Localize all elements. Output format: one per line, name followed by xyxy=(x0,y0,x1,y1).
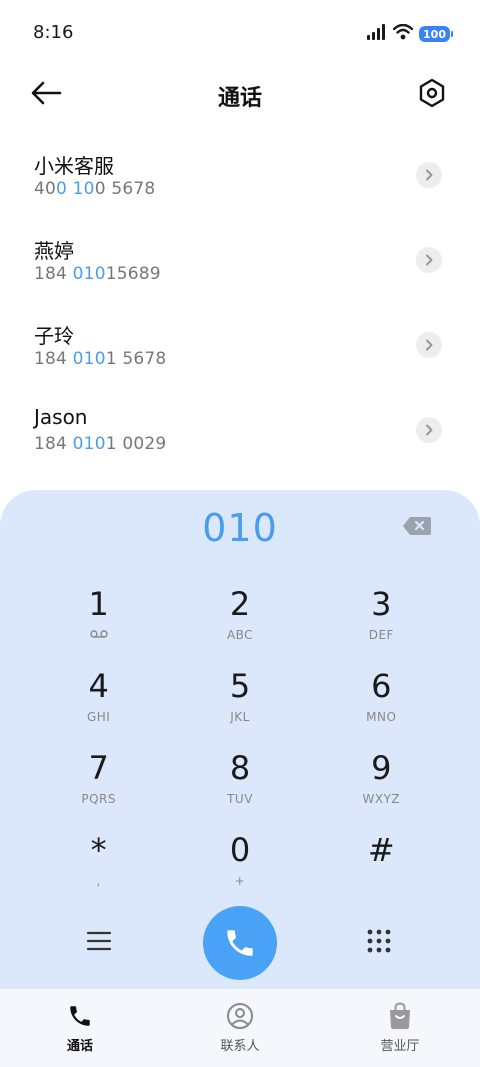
menu-button[interactable] xyxy=(86,930,114,954)
key-letters: ABC xyxy=(226,628,254,642)
key-7[interactable]: 7 PQRS xyxy=(28,750,169,832)
key-letters: JKL xyxy=(230,710,250,724)
key-digit: 2 xyxy=(229,585,251,623)
contact-name: 子玲 xyxy=(34,324,74,348)
chevron-right-icon xyxy=(426,169,433,181)
person-icon xyxy=(225,1001,255,1031)
status-bar: 8:16 100 xyxy=(0,0,480,66)
bottom-nav: 通话 联系人 营业厅 xyxy=(0,989,480,1067)
key-letters: TUV xyxy=(227,792,253,806)
dialer-panel: 010 1 2 ABC 3 DEF 4 GHI 5 JKL 6 MNO 7 PQ… xyxy=(0,490,480,1067)
status-time: 8:16 xyxy=(33,22,74,43)
chevron-right-icon xyxy=(426,254,433,266)
contact-item[interactable]: 小米客服 400 100 5678 xyxy=(0,136,480,221)
contact-item[interactable]: Jason 184 0101 0029 xyxy=(0,391,480,476)
key-hash[interactable]: # xyxy=(311,832,452,914)
settings-button[interactable] xyxy=(418,78,448,108)
shopping-bag-icon xyxy=(385,1001,415,1031)
contact-number: 184 0101 5678 xyxy=(34,349,167,369)
contact-detail-button[interactable] xyxy=(416,162,442,188)
chevron-right-icon xyxy=(426,424,433,436)
key-digit: 1 xyxy=(88,585,109,623)
key-8[interactable]: 8 TUV xyxy=(169,750,310,832)
contact-detail-button[interactable] xyxy=(416,332,442,358)
hexagon-gear-icon xyxy=(419,78,445,108)
phone-icon xyxy=(227,930,253,956)
dial-actions xyxy=(0,906,480,982)
voicemail-icon xyxy=(89,628,108,642)
key-letters: PQRS xyxy=(81,792,116,806)
key-digit: 4 xyxy=(88,667,109,705)
keypad-toggle-button[interactable] xyxy=(366,928,394,956)
backspace-icon xyxy=(403,517,431,535)
keypad: 1 2 ABC 3 DEF 4 GHI 5 JKL 6 MNO 7 PQRS 8… xyxy=(28,586,452,914)
nav-tab-contacts[interactable]: 联系人 xyxy=(160,989,320,1067)
chevron-right-icon xyxy=(426,339,433,351)
nav-label: 营业厅 xyxy=(380,1039,420,1054)
call-button[interactable] xyxy=(203,906,277,980)
contact-name: 小米客服 xyxy=(34,154,114,178)
key-digit: 0 xyxy=(229,831,251,869)
contact-list: 小米客服 400 100 5678 燕婷 184 01015689 子玲 184… xyxy=(0,136,480,476)
dialpad-icon xyxy=(367,929,391,953)
page-title: 通话 xyxy=(217,86,262,111)
key-1[interactable]: 1 xyxy=(28,586,169,668)
key-letters: , xyxy=(96,874,101,888)
contact-item[interactable]: 燕婷 184 01015689 xyxy=(0,221,480,306)
header: 通话 xyxy=(0,66,480,122)
key-9[interactable]: 9 WXYZ xyxy=(311,750,452,832)
backspace-button[interactable] xyxy=(402,516,432,536)
contact-item[interactable]: 子玲 184 0101 5678 xyxy=(0,306,480,391)
nav-tab-store[interactable]: 营业厅 xyxy=(320,989,480,1067)
contact-name: 燕婷 xyxy=(34,239,74,263)
key-digit: 3 xyxy=(371,585,392,623)
signal-icon xyxy=(367,24,387,44)
key-digit: 5 xyxy=(229,667,251,705)
contact-number: 184 01015689 xyxy=(34,264,161,284)
key-digit: # xyxy=(367,831,395,869)
contact-number: 184 0101 0029 xyxy=(34,434,167,454)
contact-detail-button[interactable] xyxy=(416,417,442,443)
phone-icon xyxy=(65,1001,95,1031)
key-4[interactable]: 4 GHI xyxy=(28,668,169,750)
key-digit: 7 xyxy=(88,749,109,787)
key-letters: WXYZ xyxy=(362,792,401,806)
key-6[interactable]: 6 MNO xyxy=(311,668,452,750)
key-5[interactable]: 5 JKL xyxy=(169,668,310,750)
key-letters: MNO xyxy=(366,710,397,724)
key-letters: GHI xyxy=(86,710,111,724)
key-3[interactable]: 3 DEF xyxy=(311,586,452,668)
contact-name: Jason xyxy=(34,405,88,429)
key-digit: 6 xyxy=(371,667,392,705)
key-letters: + xyxy=(234,874,246,888)
wifi-icon xyxy=(392,23,414,44)
key-letters: DEF xyxy=(368,628,394,642)
key-2[interactable]: 2 ABC xyxy=(169,586,310,668)
key-star[interactable]: * , xyxy=(28,832,169,914)
menu-icon xyxy=(86,931,112,951)
key-0[interactable]: 0 + xyxy=(169,832,310,914)
key-digit: 8 xyxy=(229,749,251,787)
nav-label: 通话 xyxy=(66,1039,93,1054)
contact-number: 400 100 5678 xyxy=(34,179,156,199)
status-icons: 100 xyxy=(367,22,453,46)
key-digit: * xyxy=(90,831,107,869)
nav-tab-calls[interactable]: 通话 xyxy=(0,989,160,1067)
contact-detail-button[interactable] xyxy=(416,247,442,273)
key-digit: 9 xyxy=(371,749,392,787)
nav-label: 联系人 xyxy=(220,1039,260,1054)
battery-icon: 100 xyxy=(419,26,453,42)
